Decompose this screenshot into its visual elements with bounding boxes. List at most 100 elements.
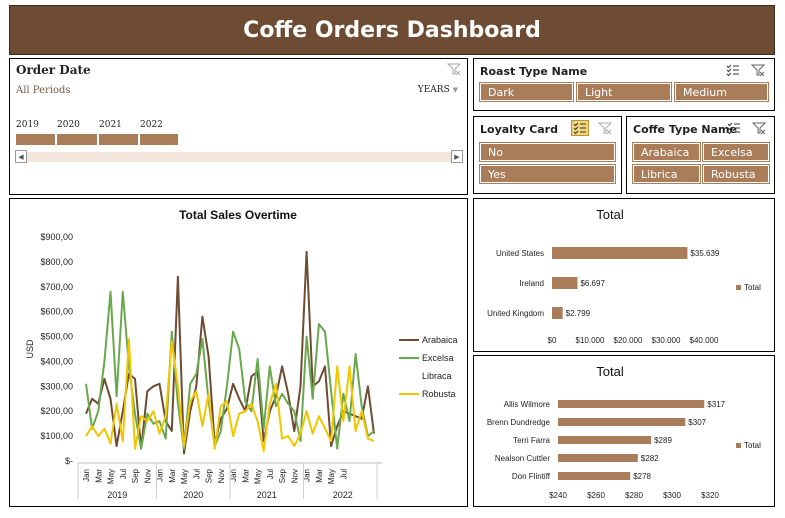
bar	[552, 247, 688, 259]
roast-dark-button[interactable]: Dark	[480, 83, 573, 101]
x-tick-label: $260	[587, 491, 605, 500]
category-label: Allis Wilmore	[504, 400, 551, 409]
multi-select-icon[interactable]	[571, 120, 589, 136]
month-tick-label: May	[254, 469, 263, 484]
timeline-bar-2019[interactable]	[16, 134, 57, 145]
y-tick-label: $400,00	[40, 356, 73, 366]
clear-filter-icon[interactable]	[750, 63, 766, 77]
category-label: Ireland	[520, 279, 544, 288]
data-label: $317	[707, 400, 725, 409]
month-tick-label: Nov	[290, 469, 299, 483]
scroll-right-icon[interactable]: ▶	[451, 150, 463, 163]
y-tick-label: $700,00	[40, 282, 73, 292]
category-label: United Kingdom	[487, 309, 544, 318]
multi-select-icon[interactable]	[727, 121, 741, 135]
bar	[552, 307, 563, 319]
month-tick-label: May	[107, 469, 116, 484]
year-tick-label: 2020	[183, 490, 203, 500]
year-tick-label: 2019	[107, 490, 127, 500]
time-level-label: YEARS	[417, 85, 450, 95]
customer-total-chart: Total Allis Wilmore $317 Brenn Dundredge $30…	[487, 364, 761, 500]
data-label: $6.697	[580, 279, 605, 288]
coffee-robusta-button[interactable]: Robusta	[703, 165, 769, 183]
clear-filter-icon[interactable]	[751, 121, 767, 135]
country-total-chart-panel: Total United States $35.639 Ireland $6.697 Un…	[473, 198, 775, 352]
month-tick-label: Sep	[278, 468, 287, 483]
legend-swatch	[736, 285, 741, 290]
y-tick-label: $900,00	[40, 232, 73, 242]
x-tick-label: $30.000	[652, 336, 681, 345]
series-line-excelsa	[85, 290, 375, 450]
month-tick-label: Mar	[315, 469, 324, 483]
x-tick-label: $0	[548, 336, 557, 345]
coffee-type-slicer: Coffe Type Name Arabaica Excelsa Librica…	[626, 116, 775, 194]
x-tick-label: $20.000	[614, 336, 643, 345]
bar	[558, 454, 638, 462]
legend-label: Total	[744, 441, 761, 450]
loyalty-no-button[interactable]: No	[480, 143, 615, 161]
month-tick-label: Mar	[168, 469, 177, 483]
data-label: $278	[633, 472, 651, 481]
data-label: $35.639	[690, 249, 719, 258]
clear-filter-icon[interactable]	[597, 121, 613, 135]
category-label: Don Flintiff	[512, 472, 551, 481]
bar	[558, 418, 686, 426]
dashboard-title: Coffe Orders Dashboard	[243, 17, 541, 43]
scroll-left-icon[interactable]: ◀	[15, 150, 27, 163]
month-tick-label: Jul	[339, 469, 348, 479]
legend-label: Libraca	[422, 371, 452, 381]
x-tick-label: $280	[625, 491, 643, 500]
year-label-2020: 2020	[57, 120, 80, 130]
timeline-scrollbar[interactable]	[16, 152, 463, 162]
bar	[552, 277, 578, 289]
month-tick-label: Nov	[217, 469, 226, 483]
timeline-bar-2022[interactable]	[140, 134, 180, 145]
month-tick-label: Nov	[143, 469, 152, 483]
category-label: United States	[496, 249, 544, 258]
category-label: Terri Farra	[513, 436, 550, 445]
bar	[558, 472, 631, 480]
country-total-chart: Total United States $35.639 Ireland $6.697 Un…	[487, 207, 761, 345]
y-tick-label: $-	[65, 456, 73, 466]
x-tick-label: $240	[549, 491, 567, 500]
loyalty-yes-button[interactable]: Yes	[480, 165, 615, 183]
y-tick-label: $800,00	[40, 257, 73, 267]
month-tick-label: Mar	[241, 469, 250, 483]
x-tick-label: $320	[701, 491, 719, 500]
roast-light-button[interactable]: Light	[577, 83, 671, 101]
legend-label: Excelsa	[422, 353, 454, 363]
roast-type-title: Roast Type Name	[480, 65, 588, 78]
time-level-dropdown[interactable]: YEARS ▼	[418, 85, 458, 95]
timeline-bar-2021[interactable]	[99, 134, 140, 145]
data-label: $289	[654, 436, 672, 445]
year-tick-label: 2022	[333, 490, 353, 500]
timeline-bar-2020[interactable]	[57, 134, 99, 145]
month-tick-label: Jul	[266, 469, 275, 479]
month-tick-label: Jul	[192, 469, 201, 479]
x-tick-label: $10.000	[576, 336, 605, 345]
roast-medium-button[interactable]: Medium	[675, 83, 768, 101]
loyalty-card-title: Loyalty Card	[480, 123, 558, 136]
bar	[558, 436, 652, 444]
clear-filter-icon[interactable]	[446, 62, 462, 76]
y-axis-label: USD	[25, 339, 35, 359]
dashboard-title-bar: Coffe Orders Dashboard	[9, 5, 775, 55]
order-date-title: Order Date	[16, 63, 91, 77]
data-label: $307	[688, 418, 706, 427]
y-tick-label: $300,00	[40, 381, 73, 391]
coffee-excelsa-button[interactable]: Excelsa	[703, 143, 769, 161]
legend-label: Total	[744, 283, 761, 292]
multi-select-icon[interactable]	[726, 63, 740, 77]
sales-overtime-chart: Total Sales Overtime $- $100,00 $200,00 $300…	[25, 208, 458, 500]
y-tick-label: $500,00	[40, 332, 73, 342]
coffee-arabaica-button[interactable]: Arabaica	[633, 143, 700, 161]
month-tick-label: Sep	[131, 468, 140, 483]
bar	[558, 400, 705, 408]
legend-label: Robusta	[422, 389, 456, 399]
coffee-libraca-button[interactable]: Librica	[633, 165, 700, 183]
all-periods-label: All Periods	[16, 85, 71, 96]
chart-title: Total	[596, 364, 624, 379]
legend-label: Arabaica	[422, 335, 458, 345]
x-tick-label: $300	[663, 491, 681, 500]
loyalty-card-slicer: Loyalty Card No Yes	[473, 116, 622, 194]
